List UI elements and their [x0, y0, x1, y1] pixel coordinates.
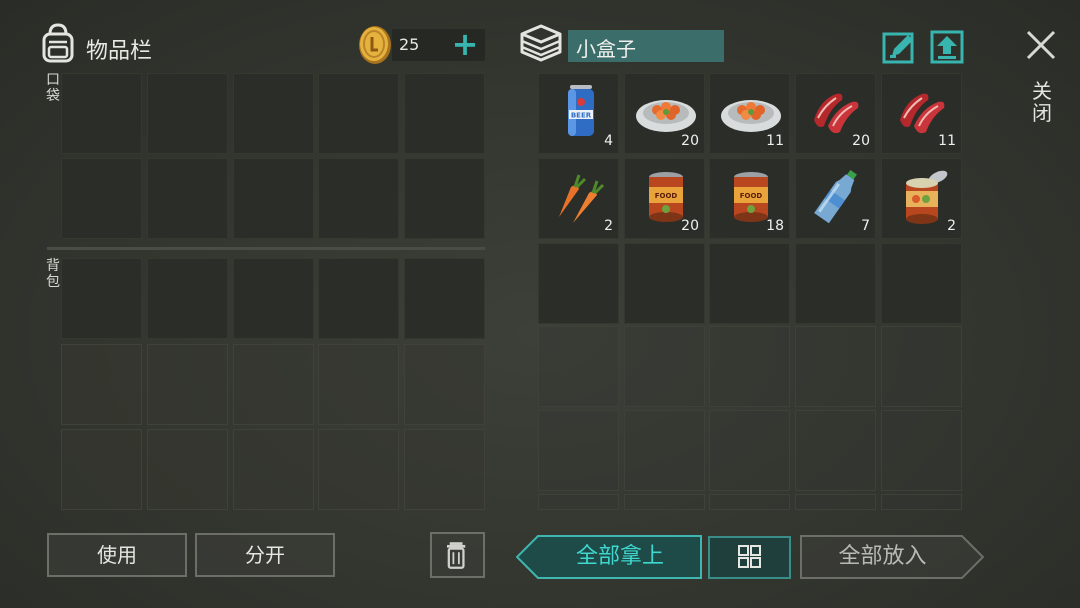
pocket-slot[interactable] — [147, 158, 228, 239]
container-slot[interactable]: 2 — [881, 158, 962, 239]
item-count: 2 — [947, 218, 956, 234]
rename-icon[interactable] — [882, 30, 916, 64]
locked-slot — [538, 326, 619, 407]
pocket-slot[interactable] — [233, 158, 314, 239]
backpack-slot[interactable] — [233, 258, 314, 339]
locked-slot — [709, 326, 790, 407]
locked-slot — [624, 326, 705, 407]
locked-slot — [709, 494, 790, 510]
box-icon — [520, 24, 562, 62]
grid-icon — [738, 545, 761, 568]
trash-button[interactable] — [430, 532, 485, 578]
container-slot[interactable]: 11 — [881, 73, 962, 154]
take-all-label[interactable]: 全部拿上 — [540, 535, 700, 579]
backpack-icon — [42, 23, 74, 63]
carrot-icon — [559, 174, 605, 223]
container-slot[interactable]: FOOD 20 — [624, 158, 705, 239]
container-slot[interactable] — [538, 243, 619, 324]
container-slot[interactable] — [709, 243, 790, 324]
svg-text:BEER: BEER — [571, 112, 592, 120]
water-bottle-icon — [814, 169, 857, 224]
locked-slot — [147, 344, 228, 425]
backpack-slot[interactable] — [61, 258, 142, 339]
backpack-slot[interactable] — [404, 258, 485, 339]
svg-text:FOOD: FOOD — [740, 192, 763, 200]
container-slot[interactable] — [881, 243, 962, 324]
locked-slot — [881, 494, 962, 510]
item-count: 20 — [681, 133, 699, 149]
backpack-slot[interactable] — [147, 258, 228, 339]
locked-slot — [795, 494, 876, 510]
locked-slot — [61, 429, 142, 510]
coin-icon — [359, 26, 391, 64]
container-slot[interactable]: 7 — [795, 158, 876, 239]
backpack-label: 背包 — [46, 258, 60, 290]
locked-slot — [881, 410, 962, 491]
locked-slot — [709, 410, 790, 491]
inventory-title: 物品栏 — [86, 39, 153, 64]
pocket-slot[interactable] — [404, 158, 485, 239]
locked-slot — [795, 410, 876, 491]
locked-slot — [624, 410, 705, 491]
item-count: 20 — [681, 218, 699, 234]
container-slot[interactable] — [624, 243, 705, 324]
container-slot[interactable]: FOOD 18 — [709, 158, 790, 239]
locked-slot — [404, 344, 485, 425]
trash-icon — [447, 542, 466, 569]
item-count: 11 — [938, 133, 956, 149]
pocket-slot[interactable] — [147, 73, 228, 154]
add-coins-button[interactable]: + — [450, 24, 480, 64]
locked-slot — [61, 344, 142, 425]
close-label[interactable]: 关闭 — [1030, 80, 1054, 124]
locked-slot — [538, 410, 619, 491]
open-can-icon — [906, 170, 948, 224]
locked-slot — [318, 344, 399, 425]
item-count: 7 — [861, 218, 870, 234]
sort-grid-button[interactable] — [708, 536, 791, 579]
item-count: 11 — [766, 133, 784, 149]
container-slot[interactable]: 11 — [709, 73, 790, 154]
container-name-field[interactable]: 小盒子 — [568, 30, 724, 62]
item-count: 2 — [604, 218, 613, 234]
pocket-slot[interactable] — [318, 158, 399, 239]
split-button[interactable]: 分开 — [195, 533, 335, 577]
pocket-slot[interactable] — [318, 73, 399, 154]
locked-slot — [233, 344, 314, 425]
coin-count: 25 — [399, 35, 420, 54]
section-divider — [47, 247, 485, 250]
use-button[interactable]: 使用 — [47, 533, 187, 577]
locked-slot — [538, 494, 619, 510]
item-count: 20 — [852, 133, 870, 149]
pocket-slot[interactable] — [61, 73, 142, 154]
locked-slot — [233, 429, 314, 510]
container-slot[interactable]: 20 — [624, 73, 705, 154]
pocket-slot[interactable] — [404, 73, 485, 154]
locked-slot — [881, 326, 962, 407]
locked-slot — [624, 494, 705, 510]
pocket-slot[interactable] — [233, 73, 314, 154]
pocket-slot[interactable] — [61, 158, 142, 239]
locked-slot — [147, 429, 228, 510]
locked-slot — [795, 326, 876, 407]
container-slot[interactable]: 2 — [538, 158, 619, 239]
item-count: 18 — [766, 218, 784, 234]
beer-can-icon: BEER — [568, 85, 594, 136]
pocket-label: 口袋 — [46, 72, 60, 104]
locked-slot — [318, 429, 399, 510]
put-all-label[interactable]: 全部放入 — [800, 535, 965, 579]
svg-text:FOOD: FOOD — [655, 192, 678, 200]
close-icon[interactable] — [1022, 26, 1060, 64]
container-slot[interactable]: BEER 4 — [538, 73, 619, 154]
item-count: 4 — [604, 133, 613, 149]
backpack-slot[interactable] — [318, 258, 399, 339]
upload-icon[interactable] — [930, 30, 964, 64]
locked-slot — [404, 429, 485, 510]
container-slot[interactable]: 20 — [795, 73, 876, 154]
container-slot[interactable] — [795, 243, 876, 324]
